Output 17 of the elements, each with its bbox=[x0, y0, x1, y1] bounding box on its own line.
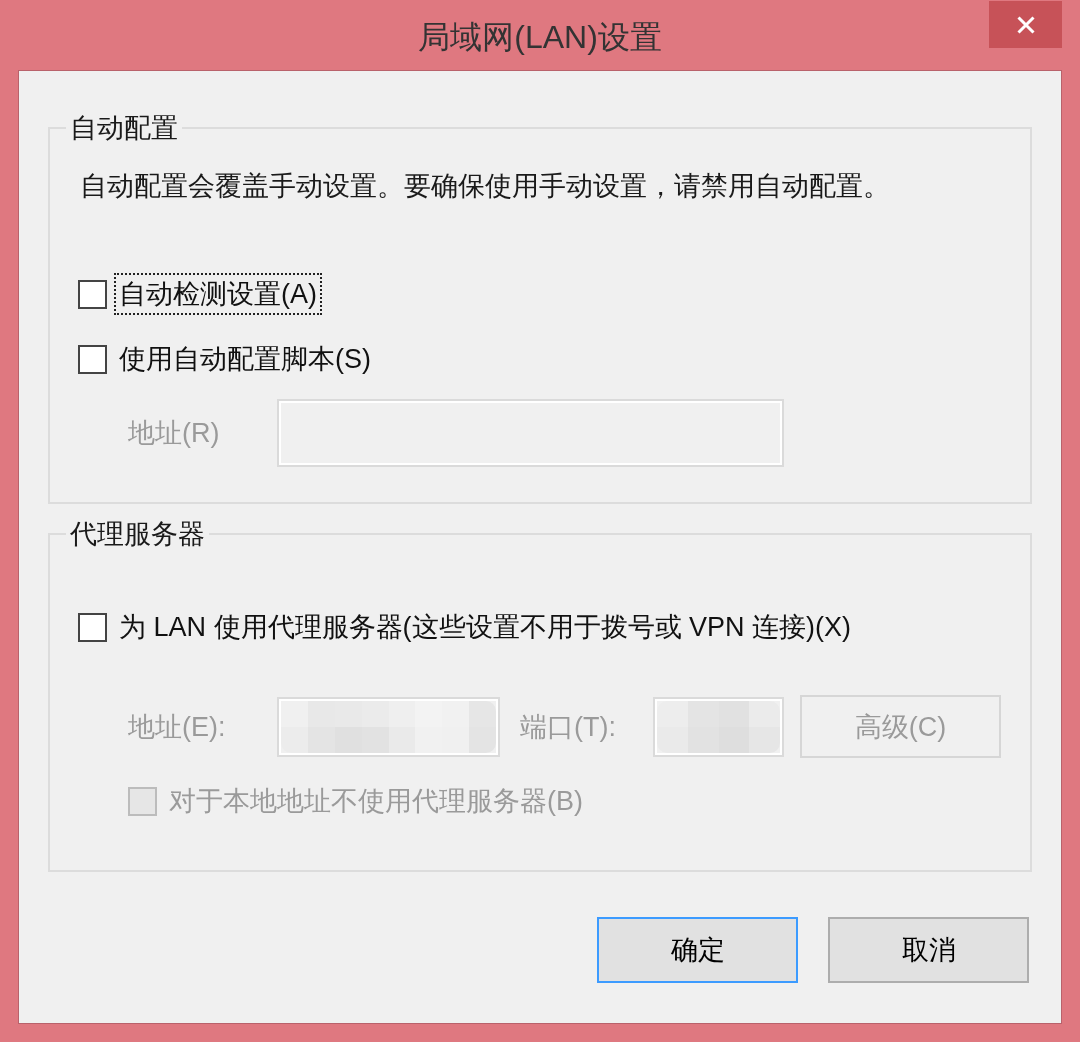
checkbox-label[interactable]: 为 LAN 使用代理服务器(这些设置不用于拨号或 VPN 连接)(X) bbox=[114, 606, 857, 648]
close-icon bbox=[1016, 15, 1035, 34]
checkbox-label[interactable]: 自动检测设置(A) bbox=[114, 273, 322, 315]
ok-button[interactable]: 确定 bbox=[597, 917, 798, 983]
field-label: 地址(R) bbox=[128, 418, 221, 448]
close-button[interactable] bbox=[989, 1, 1062, 48]
checkbox-label[interactable]: 使用自动配置脚本(S) bbox=[114, 338, 376, 380]
checkbox[interactable] bbox=[78, 344, 107, 374]
checkbox[interactable] bbox=[78, 612, 107, 642]
description-text: 自动配置会覆盖手动设置。要确保使用手动设置，请禁用自动配置。 bbox=[80, 171, 891, 201]
cancel-button[interactable]: 取消 bbox=[828, 917, 1029, 983]
group-title: 自动配置 bbox=[69, 113, 179, 143]
window-title: 局域网(LAN)设置 bbox=[418, 19, 662, 55]
checkbox[interactable] bbox=[78, 279, 107, 309]
group-title: 代理服务器 bbox=[69, 519, 206, 549]
field-label: 端口(T): bbox=[520, 711, 617, 742]
field-label: 地址(E): bbox=[128, 711, 227, 742]
